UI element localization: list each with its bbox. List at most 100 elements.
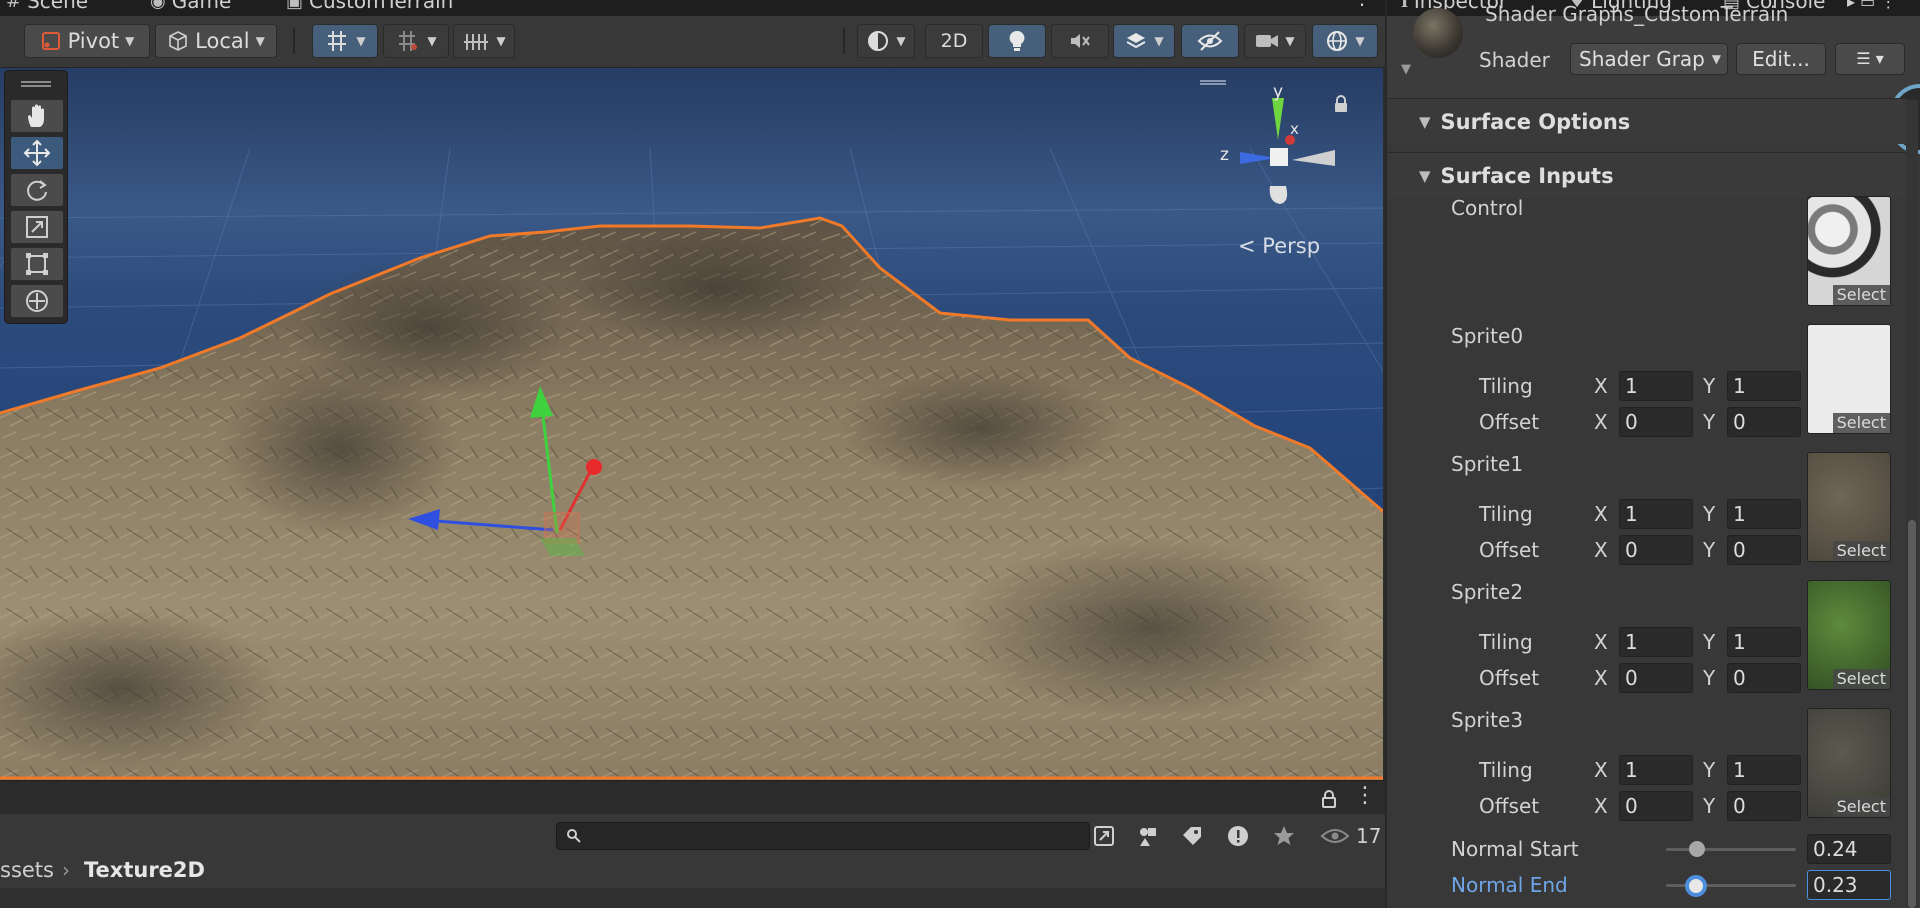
axis-y-label: Y (1703, 794, 1716, 818)
scene-visibility-toggle[interactable] (1181, 24, 1239, 58)
draw-mode-button[interactable]: ▼ (857, 24, 915, 58)
sprite1-texture-slot[interactable]: Select (1807, 452, 1891, 562)
filter-type-icon[interactable] (1136, 824, 1160, 848)
sprite1-select-button[interactable]: Select (1832, 541, 1890, 561)
sprite2-offset-y-field[interactable]: 0 (1727, 663, 1801, 693)
chevron-down-icon: ▼ (1355, 34, 1365, 48)
increment-snap-button[interactable]: ▼ (383, 24, 449, 58)
control-select-button[interactable]: Select (1832, 285, 1890, 305)
move-tool-button[interactable] (10, 136, 64, 170)
mute-icon (1071, 34, 1090, 48)
axis-x-label: X (1594, 538, 1608, 562)
normal-start-slider[interactable] (1666, 848, 1796, 851)
chevron-down-icon: ▼ (356, 34, 366, 48)
sprite0-tiling-y-field[interactable]: 1 (1727, 371, 1801, 401)
breadcrumb-texture2d[interactable]: Texture2D (84, 858, 205, 882)
sprite1-tiling-y-field[interactable]: 1 (1727, 499, 1801, 529)
sprite0-select-button[interactable]: Select (1832, 413, 1890, 433)
axis-y-label: Y (1703, 410, 1716, 434)
hand-tool-button[interactable] (10, 99, 64, 133)
sprite2-tiling-y-field[interactable]: 1 (1727, 627, 1801, 657)
gizmo-y-label: y (1273, 82, 1283, 102)
axis-y-label: Y (1703, 502, 1716, 526)
material-options-button[interactable]: ☰ ▾ (1835, 43, 1905, 75)
sprite3-texture-slot[interactable]: Select (1807, 708, 1891, 818)
more-options-icon[interactable]: ⋮ (1352, 0, 1372, 10)
label-tag-icon[interactable] (1180, 824, 1204, 848)
lock-icon[interactable] (1332, 94, 1350, 118)
overlay-grip-icon[interactable] (21, 81, 51, 87)
mode-2d-label: 2D (940, 30, 968, 52)
scale-tool-button[interactable] (10, 210, 64, 244)
breadcrumb-assets[interactable]: ssets (0, 858, 54, 882)
sprite1-offset-y-field[interactable]: 0 (1727, 535, 1801, 565)
grid-snap-button[interactable]: ▼ (312, 24, 378, 58)
sprite3-select-button[interactable]: Select (1832, 797, 1890, 817)
orientation-gizmo[interactable]: y x z (1210, 80, 1340, 210)
gizmos-dropdown[interactable]: ▼ (1312, 24, 1378, 58)
sprite0-texture-slot[interactable]: Select (1807, 324, 1891, 434)
sprite0-offset-y-field[interactable]: 0 (1727, 407, 1801, 437)
search-icon (567, 829, 581, 843)
chevron-down-icon: ▼ (255, 34, 265, 48)
lighting-toggle[interactable] (988, 24, 1046, 58)
scene-viewport[interactable] (0, 68, 1385, 780)
ruler-button[interactable]: ▼ (453, 24, 515, 58)
mode-2d-button[interactable]: 2D (925, 24, 983, 58)
more-options-icon[interactable]: ⋮ (1354, 783, 1376, 808)
info-icon: ℹ (1401, 0, 1408, 12)
sprite2-tiling-x-field[interactable]: 1 (1619, 627, 1693, 657)
shader-dropdown[interactable]: Shader Grap ▼ (1570, 43, 1728, 75)
scene-toolbar: Pivot ▼ Local ▼ ▼ ▼ ▼ ▼ 2D ▼ ▼ ▼ (0, 16, 1385, 68)
projection-toggle[interactable]: < Persp (1238, 234, 1320, 258)
rect-tool-button[interactable] (10, 247, 64, 281)
sprite3-offset-x-field[interactable]: 0 (1619, 791, 1693, 821)
sprite2-texture-slot[interactable]: Select (1807, 580, 1891, 690)
axis-x-label: X (1594, 502, 1608, 526)
surface-options-foldout[interactable]: ▼ Surface Options (1387, 98, 1907, 144)
overlay-grip-icon[interactable] (1200, 80, 1226, 85)
foldout-arrow-icon[interactable]: ▼ (1401, 62, 1411, 77)
sprite2-select-button[interactable]: Select (1832, 669, 1890, 689)
tab-custom-terrain[interactable]: ▣ CustomTerrain (286, 0, 453, 14)
maximize-icon[interactable]: ▸ ▭ ⋮ (1847, 0, 1896, 14)
hand-icon (28, 104, 44, 127)
star-icon[interactable] (1272, 824, 1296, 848)
warning-icon[interactable] (1226, 824, 1250, 848)
rotate-tool-button[interactable] (10, 173, 64, 207)
tab-scene[interactable]: # Scene (6, 0, 88, 14)
sprite0-offset-x-field[interactable]: 0 (1619, 407, 1693, 437)
normal-end-slider-knob[interactable] (1684, 875, 1707, 897)
breadcrumb (0, 858, 1385, 888)
transform-tool-button[interactable] (10, 284, 64, 318)
local-dropdown[interactable]: Local ▼ (155, 24, 277, 58)
sprite1-tiling-x-field[interactable]: 1 (1619, 499, 1693, 529)
effects-toggle[interactable]: ▼ (1113, 24, 1175, 58)
hash-icon: # (6, 0, 22, 12)
normal-end-field[interactable]: 0.23 (1807, 870, 1891, 900)
camera-dropdown[interactable]: ▼ (1244, 24, 1306, 58)
sprite2-offset-x-field[interactable]: 0 (1619, 663, 1693, 693)
lock-icon[interactable] (1320, 789, 1338, 809)
sprite3-tiling-x-field[interactable]: 1 (1619, 755, 1693, 785)
inspector-scrollbar-thumb[interactable] (1908, 520, 1916, 908)
hidden-count: 17 (1356, 824, 1382, 848)
axis-y-label: Y (1703, 374, 1716, 398)
lightbulb-icon (1009, 30, 1025, 51)
open-window-icon[interactable] (1092, 824, 1116, 848)
sprite3-tiling-y-field[interactable]: 1 (1727, 755, 1801, 785)
control-texture-slot[interactable]: Select (1807, 196, 1891, 306)
pivot-dropdown[interactable]: Pivot ▼ (24, 24, 150, 58)
project-header: ⋮ (0, 780, 1385, 814)
edit-shader-button[interactable]: Edit... (1736, 43, 1826, 75)
search-input[interactable] (556, 822, 1090, 850)
tab-game[interactable]: ◉ Game (150, 0, 231, 14)
sprite1-offset-x-field[interactable]: 0 (1619, 535, 1693, 565)
project-content-area[interactable] (0, 888, 1385, 908)
normal-start-field[interactable]: 0.24 (1807, 834, 1891, 864)
audio-toggle[interactable] (1051, 24, 1109, 58)
sprite3-offset-y-field[interactable]: 0 (1727, 791, 1801, 821)
surface-inputs-foldout[interactable]: ▼ Surface Inputs (1387, 152, 1907, 198)
sprite0-tiling-x-field[interactable]: 1 (1619, 371, 1693, 401)
eye-icon[interactable] (1320, 824, 1350, 848)
